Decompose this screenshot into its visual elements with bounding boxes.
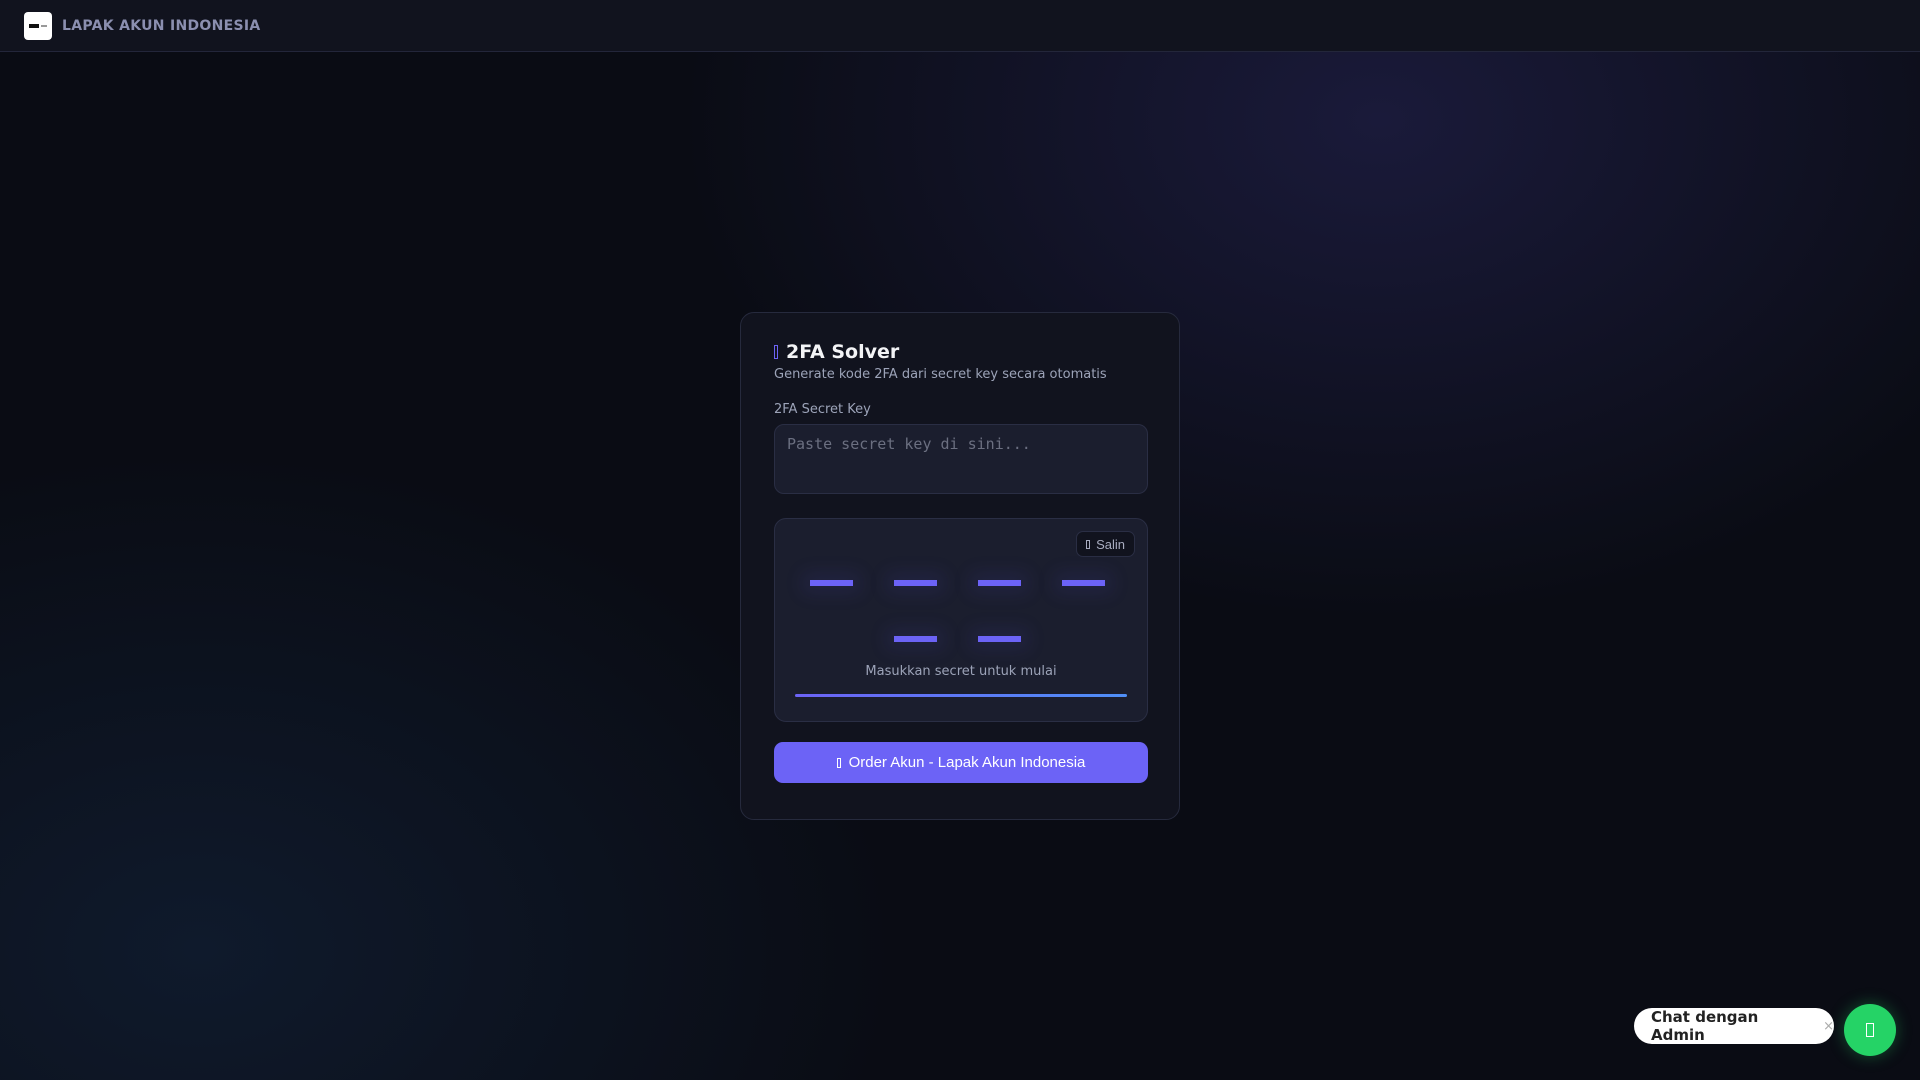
title-text: 2FA Solver [786,341,900,363]
copy-icon [1086,539,1091,549]
digit-placeholder [977,636,1021,642]
digit-placeholder [1061,580,1105,586]
status-text: Masukkan secret untuk mulai [865,664,1057,679]
code-digit [789,555,873,611]
code-digit [1041,555,1125,611]
code-digits [789,555,1125,667]
cart-icon [836,757,841,768]
digit-placeholder [893,636,937,642]
digit-placeholder [893,580,937,586]
digit-placeholder [977,580,1021,586]
timer-progress-bar [795,694,1127,697]
code-digit [873,555,957,611]
shield-icon [774,345,778,359]
secret-label: 2FA Secret Key [774,402,871,417]
copy-button[interactable]: Salin [1076,531,1135,557]
close-icon[interactable]: × [1823,1019,1834,1034]
brand-logo[interactable] [24,11,52,40]
digit-placeholder [809,580,853,586]
card-subtitle: Generate kode 2FA dari secret key secara… [774,367,1107,382]
order-button[interactable]: Order Akun - Lapak Akun Indonesia [774,742,1148,783]
whatsapp-icon [1866,1023,1874,1037]
code-digit [957,611,1041,667]
whatsapp-button[interactable] [1844,1004,1896,1056]
top-header: LAPAK AKUN INDONESIA [0,0,1920,52]
copy-label: Salin [1096,536,1125,552]
chat-label: Chat dengan Admin [1651,1008,1759,1044]
code-digit [873,611,957,667]
card-title: 2FA Solver [774,341,1146,363]
solver-card: 2FA Solver Generate kode 2FA dari secret… [740,312,1180,820]
code-display: Salin Masukkan secret untuk mulai [774,518,1148,722]
chat-admin-bubble[interactable]: Chat dengan Admin × [1634,1008,1834,1044]
order-label: Order Akun - Lapak Akun Indonesia [848,754,1086,771]
secret-input[interactable] [774,424,1148,494]
code-digit [957,555,1041,611]
brand-name[interactable]: LAPAK AKUN INDONESIA [62,18,261,34]
